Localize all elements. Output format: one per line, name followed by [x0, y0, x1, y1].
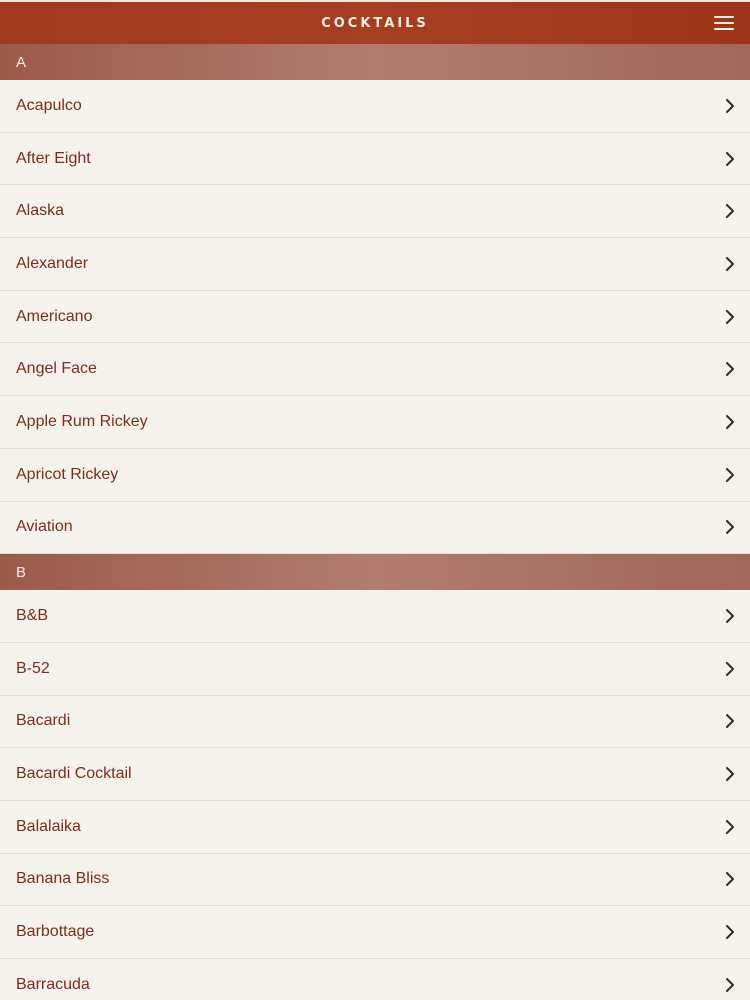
cocktail-name: Bacardi — [16, 712, 71, 730]
hamburger-menu-icon[interactable] — [714, 15, 734, 31]
chevron-right-icon — [724, 661, 736, 676]
list-item[interactable]: B&B — [0, 590, 750, 643]
list-item[interactable]: Barbottage — [0, 906, 750, 959]
cocktail-name: Acapulco — [16, 96, 82, 114]
chevron-right-icon — [724, 977, 736, 992]
chevron-right-icon — [724, 256, 736, 271]
page-title: COCKTAILS — [321, 15, 429, 31]
list-item[interactable]: Americano — [0, 290, 750, 344]
app-header: COCKTAILS — [0, 0, 750, 44]
chevron-right-icon — [724, 98, 736, 113]
list-item[interactable]: Alexander — [0, 238, 750, 291]
cocktail-name: B-52 — [16, 659, 50, 677]
cocktail-name: Angel Face — [16, 360, 97, 378]
cocktail-name: Alexander — [16, 254, 89, 272]
chevron-right-icon — [724, 925, 736, 940]
cocktail-name: Banana Bliss — [16, 870, 110, 888]
section-header-b: B — [0, 554, 750, 591]
section-header-a: A — [0, 44, 750, 80]
cocktail-name: B&B — [16, 607, 49, 625]
list-item[interactable]: Apple Rum Rickey — [0, 396, 750, 449]
list-item[interactable]: Banana Bliss — [0, 853, 750, 907]
list-item[interactable]: Bacardi Cocktail — [0, 748, 750, 801]
list-item[interactable]: Aviation — [0, 501, 750, 555]
chevron-right-icon — [724, 767, 736, 782]
chevron-right-icon — [724, 309, 736, 324]
chevron-right-icon — [724, 467, 736, 482]
cocktail-name: After Eight — [16, 149, 91, 167]
cocktail-name: Aviation — [16, 518, 73, 536]
cocktail-name: Americano — [16, 307, 93, 325]
chevron-right-icon — [724, 819, 736, 834]
list-item[interactable]: Alaska — [0, 185, 750, 239]
chevron-right-icon — [724, 714, 736, 729]
cocktail-name: Barracuda — [16, 975, 90, 993]
list-item[interactable]: Balalaika — [0, 800, 750, 854]
cocktail-name: Apple Rum Rickey — [16, 412, 148, 430]
chevron-right-icon — [724, 872, 736, 887]
list-item[interactable]: Acapulco — [0, 80, 750, 133]
list-item[interactable]: B-52 — [0, 642, 750, 696]
list-item[interactable]: After Eight — [0, 132, 750, 186]
list-item[interactable]: Barracuda — [0, 959, 750, 1000]
cocktail-name: Alaska — [16, 202, 65, 220]
chevron-right-icon — [724, 520, 736, 535]
cocktail-list: A Acapulco After Eight Alaska Alexander Ameri… — [0, 44, 750, 1000]
cocktail-name: Bacardi Cocktail — [16, 765, 132, 783]
list-item[interactable]: Apricot Rickey — [0, 448, 750, 502]
cocktail-name: Apricot Rickey — [16, 465, 119, 483]
chevron-right-icon — [724, 151, 736, 166]
cocktail-name: Balalaika — [16, 817, 81, 835]
list-item[interactable]: Bacardi — [0, 695, 750, 749]
chevron-right-icon — [724, 609, 736, 624]
list-item[interactable]: Angel Face — [0, 343, 750, 397]
cocktail-name: Barbottage — [16, 923, 95, 941]
chevron-right-icon — [724, 414, 736, 429]
chevron-right-icon — [724, 204, 736, 219]
chevron-right-icon — [724, 362, 736, 377]
